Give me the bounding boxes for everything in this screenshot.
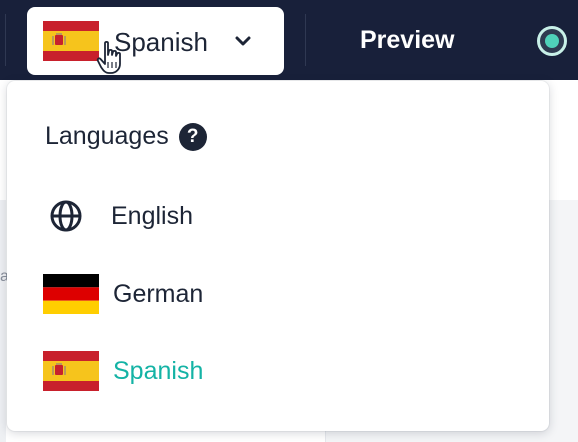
- language-option-german[interactable]: German: [43, 266, 523, 322]
- language-option-label: English: [111, 201, 193, 230]
- chevron-down-icon: [235, 35, 251, 53]
- preview-button[interactable]: Preview: [360, 26, 455, 55]
- german-flag-icon: [43, 274, 99, 314]
- status-indicator-icon: [537, 26, 567, 56]
- spanish-flag-icon: [43, 21, 99, 66]
- language-option-spanish[interactable]: Spanish: [43, 343, 523, 399]
- language-option-label: German: [113, 279, 204, 308]
- language-dropdown-menu: Languages ? English German Spanish: [7, 81, 549, 431]
- language-selector-button[interactable]: Spanish: [27, 7, 284, 75]
- top-navigation-bar: Spanish Preview: [0, 0, 578, 80]
- dropdown-title: Languages: [45, 122, 169, 150]
- spanish-flag-icon: [43, 351, 99, 391]
- selected-language-label: Spanish: [114, 27, 208, 57]
- help-icon[interactable]: ?: [178, 122, 207, 151]
- language-option-label-selected: Spanish: [113, 356, 204, 385]
- dropdown-header: Languages ?: [45, 122, 207, 151]
- toolbar-divider: [305, 14, 306, 66]
- toolbar-divider: [5, 14, 6, 66]
- globe-icon: [43, 193, 99, 239]
- hand-pointer-cursor-icon: [96, 40, 124, 81]
- language-option-english[interactable]: English: [43, 188, 523, 244]
